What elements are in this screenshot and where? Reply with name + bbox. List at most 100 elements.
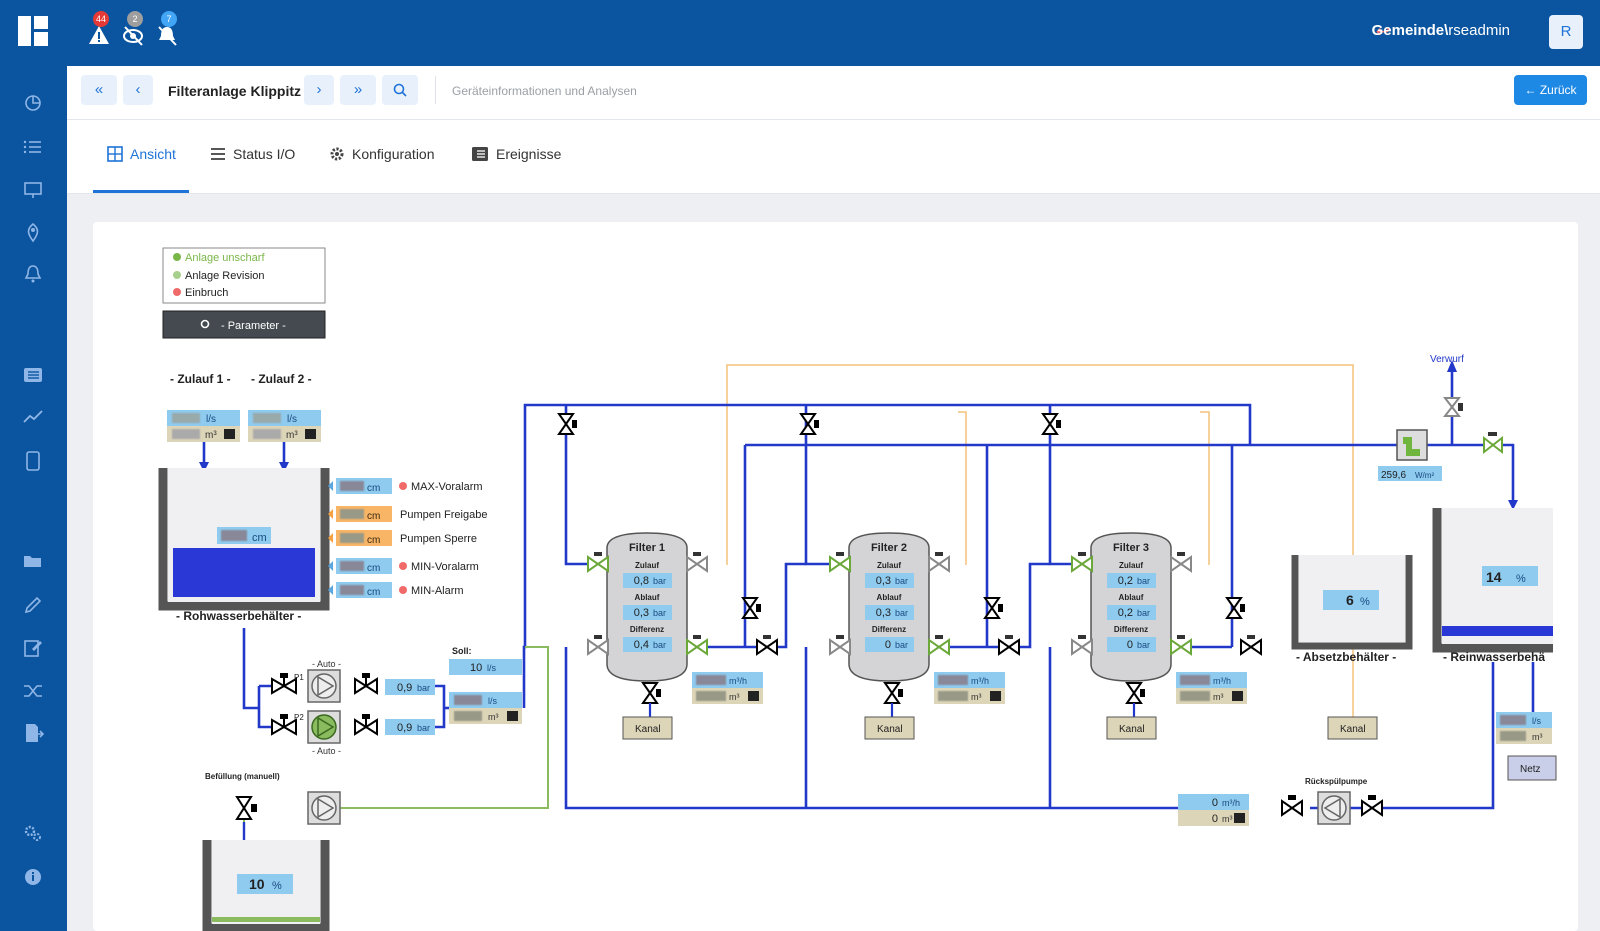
settings-cogs-icon[interactable]: [22, 822, 44, 844]
pencil-icon[interactable]: [22, 594, 44, 616]
tab-ereignisse[interactable]: Ereignisse: [471, 146, 561, 162]
soll-value: 10: [470, 662, 482, 674]
valve-icon[interactable]: [1071, 635, 1093, 656]
small-tank[interactable]: 10 %: [202, 840, 330, 931]
filter-flow-readout: m³/h m³: [692, 672, 763, 704]
gear-icon: [330, 147, 344, 161]
filter-unit[interactable]: Filter 3 Zulauf 0,2 bar Ablauf 0,2 bar Differen…: [1041, 413, 1262, 740]
tab-konfiguration[interactable]: Konfiguration: [329, 146, 435, 162]
back-button[interactable]: ← Zurück: [1514, 75, 1587, 105]
muted-alerts-icon[interactable]: 7: [156, 11, 182, 46]
ruecksp-pump-icon[interactable]: [1317, 791, 1351, 825]
valve-icon[interactable]: [1041, 413, 1061, 435]
parameter-button[interactable]: - Parameter -: [162, 310, 326, 339]
previous-device-button[interactable]: ‹: [123, 75, 153, 105]
hidden-alerts-icon[interactable]: 2: [122, 11, 148, 46]
level-min-alarm: MIN-Alarm: [411, 585, 464, 597]
active-tab-indicator: [93, 190, 189, 193]
absetz-tank[interactable]: 6 %: [1291, 555, 1413, 650]
valve-icon[interactable]: [271, 673, 297, 695]
valve-icon[interactable]: [928, 552, 950, 573]
unit-bar: bar: [895, 640, 908, 650]
pump-2-icon[interactable]: [307, 710, 341, 744]
filter-flow-readout: m³/h m³: [934, 672, 1005, 704]
zulauf-2-label: - Zulauf 2 -: [251, 372, 312, 386]
valve-icon[interactable]: [271, 714, 297, 736]
uv-sensor-icon[interactable]: [1396, 429, 1428, 461]
obscured-value: [340, 481, 364, 491]
valve-icon[interactable]: [883, 682, 903, 704]
valve-icon[interactable]: [1225, 597, 1245, 619]
valve-icon[interactable]: [1240, 635, 1262, 656]
valve-icon[interactable]: [686, 552, 708, 573]
info-icon[interactable]: [22, 866, 44, 888]
kanal-absetz: Kanal: [1327, 716, 1378, 740]
breadcrumb: « ‹ Filteranlage Klippitz › » Geräteinfo…: [67, 66, 1600, 120]
valve-icon[interactable]: [1442, 397, 1463, 417]
bell-icon[interactable]: [22, 263, 44, 285]
obscured-value: [172, 413, 200, 423]
first-device-button[interactable]: «: [81, 75, 117, 105]
absetz-level: 6: [1346, 592, 1354, 608]
valve-icon[interactable]: [1361, 795, 1383, 817]
tab-ansicht[interactable]: Ansicht: [107, 146, 176, 162]
valve-icon[interactable]: [587, 635, 609, 656]
location-icon[interactable]: [22, 221, 44, 243]
table-list-icon[interactable]: [22, 364, 44, 386]
tab-status-io[interactable]: Status I/O: [210, 146, 295, 162]
monitor-icon[interactable]: [22, 179, 44, 201]
search-button[interactable]: [382, 75, 418, 105]
rohwasser-tank[interactable]: cm: [158, 468, 330, 611]
user-label[interactable]: Gemeinde\rseadmin: [1372, 22, 1510, 39]
filter-zulauf-label: Zulauf: [1119, 561, 1143, 570]
valve-icon[interactable]: [1281, 795, 1303, 817]
unit-bar: bar: [417, 683, 430, 693]
last-device-button[interactable]: »: [340, 75, 376, 105]
shuffle-icon[interactable]: [22, 680, 44, 702]
soll-box[interactable]: [449, 659, 522, 675]
valve-icon[interactable]: [641, 682, 661, 704]
valve-icon[interactable]: [829, 552, 851, 573]
next-device-button[interactable]: ›: [304, 75, 334, 105]
valve-icon[interactable]: [354, 673, 378, 695]
valve-icon[interactable]: [928, 635, 950, 656]
valve-icon[interactable]: [1170, 635, 1192, 656]
valve-icon[interactable]: [354, 714, 378, 736]
backwash-pipes: [726, 364, 1354, 717]
unit-m3: m³: [488, 712, 499, 722]
edit-note-icon[interactable]: [22, 637, 44, 659]
valve-icon[interactable]: [829, 635, 851, 656]
tablet-icon[interactable]: [22, 450, 44, 472]
page-title: Filteranlage Klippitz: [168, 83, 302, 99]
unit-cm: cm: [367, 563, 380, 574]
unit-m3h: m³/h: [1222, 798, 1240, 808]
dashboard-icon[interactable]: [22, 92, 44, 114]
folder-open-icon[interactable]: [22, 550, 44, 572]
valve-icon[interactable]: [557, 413, 577, 435]
app-logo[interactable]: [18, 16, 48, 46]
valve-icon[interactable]: [998, 635, 1020, 656]
valve-icon[interactable]: [686, 635, 708, 656]
fill-pump-icon[interactable]: [307, 791, 341, 825]
warning-alerts-icon[interactable]: 44: [88, 11, 114, 44]
obscured-value: [938, 675, 968, 685]
level-pumpen-freigabe: Pumpen Freigabe: [400, 509, 487, 521]
trend-icon[interactable]: [22, 406, 44, 428]
valve-icon[interactable]: [587, 552, 609, 573]
grid-icon: [107, 146, 123, 162]
valve-icon[interactable]: [235, 796, 257, 820]
valve-icon[interactable]: [1071, 552, 1093, 573]
valve-icon[interactable]: [1170, 552, 1192, 573]
valve-icon[interactable]: [1125, 682, 1145, 704]
list-icon[interactable]: [22, 136, 44, 158]
unit-m3: m³: [729, 692, 740, 702]
filter-name: Filter 2: [871, 542, 907, 554]
avatar[interactable]: R: [1549, 15, 1583, 49]
valve-icon[interactable]: [1483, 432, 1503, 455]
pump-1-icon[interactable]: [307, 669, 341, 703]
irradiance-value: 259,6: [1381, 470, 1406, 481]
export-file-icon[interactable]: [22, 722, 44, 744]
reinwasser-tank[interactable]: 14 %: [1432, 508, 1553, 653]
valve-icon[interactable]: [756, 635, 778, 656]
valve-icon[interactable]: [799, 413, 819, 435]
